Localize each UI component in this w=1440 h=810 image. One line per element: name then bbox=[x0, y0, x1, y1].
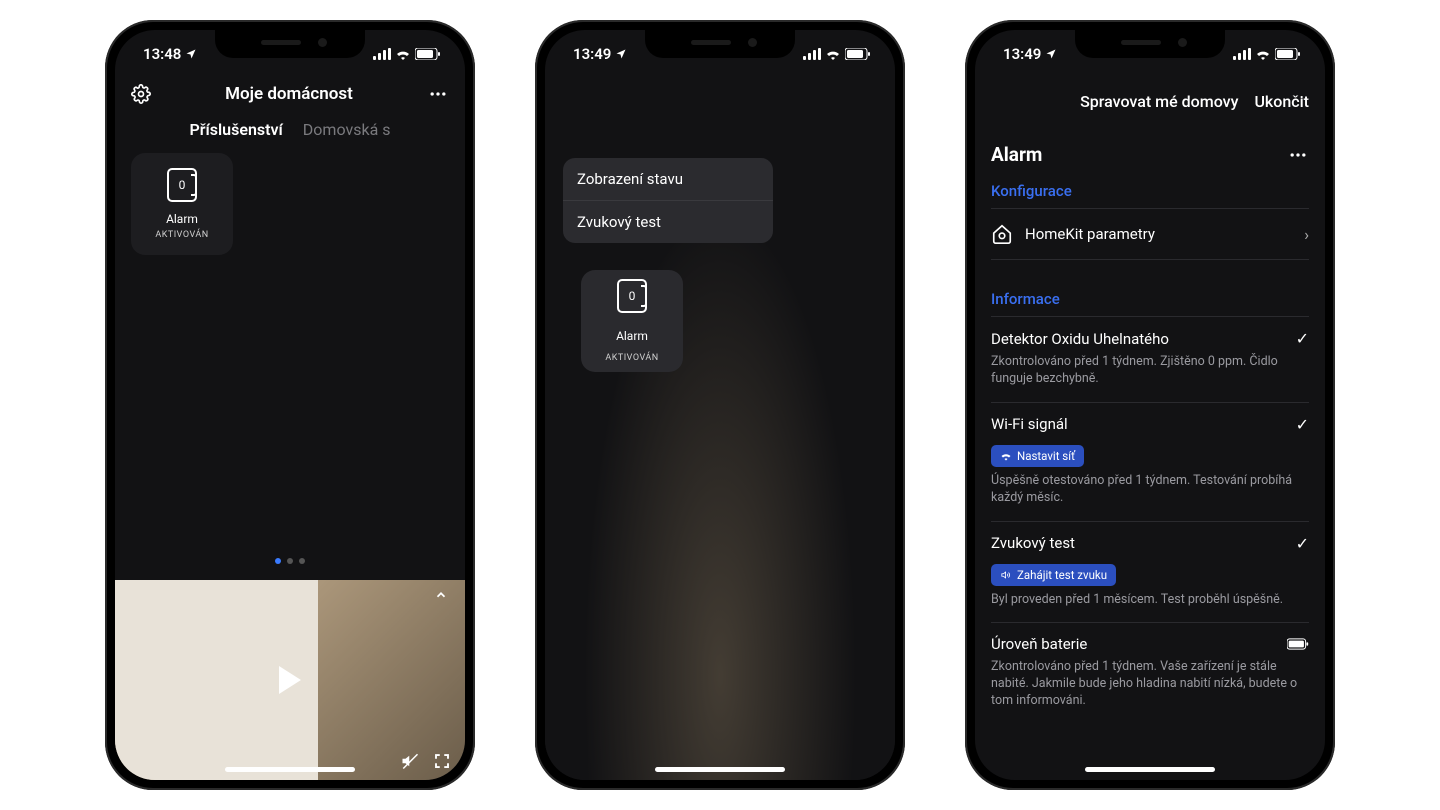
page-title: Moje domácnost bbox=[225, 84, 353, 104]
info-co: Detektor Oxidu Uhelnatého ✓ Zkontrolován… bbox=[991, 316, 1309, 403]
status-time: 13:49 bbox=[1003, 45, 1041, 63]
phone-frame-1: 13:48 Moje domácnost Příslušenství Domov… bbox=[105, 20, 475, 790]
chip-setup-network[interactable]: Nastavit síť bbox=[991, 445, 1084, 467]
home-indicator[interactable] bbox=[655, 767, 785, 772]
chip-start-sound-test[interactable]: Zahájit test zvuku bbox=[991, 564, 1116, 586]
battery-icon bbox=[845, 48, 871, 60]
settings-content: Alarm Konfigurace HomeKit parametry › In… bbox=[975, 121, 1325, 724]
tabs: Příslušenství Domovská s bbox=[115, 114, 465, 153]
info-wifi-desc: Úspěšně otestováno před 1 týdnem. Testov… bbox=[991, 473, 1309, 507]
home-indicator[interactable] bbox=[225, 767, 355, 772]
nav-done[interactable]: Ukončit bbox=[1254, 92, 1309, 111]
wifi-icon bbox=[395, 48, 411, 60]
battery-icon bbox=[1275, 48, 1301, 60]
info-battery-desc: Zkontrolováno před 1 týdnem. Vaše zaříze… bbox=[991, 659, 1309, 710]
header: Spravovat mé domovy Ukončit bbox=[975, 78, 1325, 121]
battery-full-icon bbox=[1287, 638, 1309, 650]
notch bbox=[1075, 30, 1225, 58]
check-icon: ✓ bbox=[1296, 329, 1309, 348]
home-icon bbox=[991, 223, 1013, 245]
nav-manage-homes[interactable]: Spravovat mé domovy bbox=[1080, 92, 1238, 111]
chip-setup-network-label: Nastavit síť bbox=[1017, 449, 1075, 463]
location-icon bbox=[185, 48, 197, 60]
info-co-title: Detektor Oxidu Uhelnatého bbox=[991, 330, 1169, 348]
row-homekit[interactable]: HomeKit parametry › bbox=[991, 208, 1309, 260]
info-sound-title: Zvukový test bbox=[991, 534, 1075, 552]
tile-status: AKTIVOVÁN bbox=[605, 353, 658, 363]
notch bbox=[215, 30, 365, 58]
header: Moje domácnost bbox=[115, 78, 465, 114]
info-battery-title: Úroveň baterie bbox=[991, 635, 1087, 653]
phone-frame-2: 13:49 0 Alarm AKTIVOVÁN Zobrazení stavu … bbox=[535, 20, 905, 790]
phone-frame-3: 13:49 Spravovat mé domovy Ukončit Alarm … bbox=[965, 20, 1335, 790]
info-sound-desc: Byl proveden před 1 měsícem. Test proběh… bbox=[991, 592, 1309, 609]
dot-1[interactable] bbox=[275, 558, 281, 564]
alarm-tile[interactable]: 0 Alarm AKTIVOVÁN bbox=[581, 270, 683, 372]
page-title: Alarm bbox=[991, 143, 1042, 166]
signal-icon bbox=[803, 48, 821, 60]
wifi-small-icon bbox=[1000, 451, 1012, 461]
sound-icon bbox=[1000, 570, 1012, 580]
more-icon[interactable] bbox=[427, 84, 449, 104]
location-icon bbox=[615, 48, 627, 60]
tab-home[interactable]: Domovská s bbox=[303, 120, 391, 139]
screen-1: 13:48 Moje domácnost Příslušenství Domov… bbox=[115, 30, 465, 780]
alarm-icon: 0 bbox=[167, 168, 197, 202]
notch bbox=[645, 30, 795, 58]
gear-icon[interactable] bbox=[131, 84, 151, 104]
alarm-icon: 0 bbox=[617, 279, 647, 313]
check-icon: ✓ bbox=[1296, 415, 1309, 434]
section-config-label: Konfigurace bbox=[991, 172, 1309, 208]
tile-status: AKTIVOVÁN bbox=[155, 230, 208, 240]
dot-3[interactable] bbox=[299, 558, 305, 564]
tile-label: Alarm bbox=[166, 212, 198, 226]
screen-3: 13:49 Spravovat mé domovy Ukončit Alarm … bbox=[975, 30, 1325, 780]
play-icon[interactable] bbox=[279, 666, 301, 694]
context-popup: 0 Alarm AKTIVOVÁN Zobrazení stavu Zvukov… bbox=[563, 150, 773, 243]
row-homekit-label: HomeKit parametry bbox=[1025, 225, 1155, 243]
fullscreen-icon[interactable] bbox=[433, 752, 451, 770]
info-co-desc: Zkontrolováno před 1 týdnem. Zjištěno 0 … bbox=[991, 354, 1309, 388]
dot-2[interactable] bbox=[287, 558, 293, 564]
chevron-up-icon[interactable] bbox=[431, 588, 451, 602]
alarm-tile[interactable]: 0 Alarm AKTIVOVÁN bbox=[131, 153, 233, 255]
more-icon[interactable] bbox=[1287, 145, 1309, 165]
location-icon bbox=[1045, 48, 1057, 60]
signal-icon bbox=[1233, 48, 1251, 60]
battery-icon bbox=[415, 48, 441, 60]
camera-preview[interactable] bbox=[115, 580, 465, 780]
page-dots bbox=[115, 558, 465, 564]
info-wifi-title: Wi-Fi signál bbox=[991, 415, 1068, 433]
home-indicator[interactable] bbox=[1085, 767, 1215, 772]
signal-icon bbox=[373, 48, 391, 60]
menu-item-sound-test[interactable]: Zvukový test bbox=[563, 201, 773, 243]
info-sound: Zvukový test ✓ Zahájit test zvuku Byl pr… bbox=[991, 522, 1309, 624]
info-wifi: Wi-Fi signál ✓ Nastavit síť Úspěšně otes… bbox=[991, 403, 1309, 522]
chip-start-sound-test-label: Zahájit test zvuku bbox=[1017, 568, 1107, 582]
screen-2: 13:49 0 Alarm AKTIVOVÁN Zobrazení stavu … bbox=[545, 30, 895, 780]
info-battery: Úroveň baterie Zkontrolováno před 1 týdn… bbox=[991, 623, 1309, 724]
check-icon: ✓ bbox=[1296, 534, 1309, 553]
mute-icon[interactable] bbox=[401, 752, 419, 770]
status-time: 13:48 bbox=[143, 45, 181, 63]
chevron-right-icon: › bbox=[1304, 225, 1309, 244]
status-time: 13:49 bbox=[573, 45, 611, 63]
tab-accessories[interactable]: Příslušenství bbox=[190, 120, 283, 139]
wifi-icon bbox=[825, 48, 841, 60]
section-info-label: Informace bbox=[991, 280, 1309, 316]
context-menu: Zobrazení stavu Zvukový test bbox=[563, 158, 773, 243]
menu-item-status[interactable]: Zobrazení stavu bbox=[563, 158, 773, 201]
wifi-icon bbox=[1255, 48, 1271, 60]
tile-label: Alarm bbox=[616, 329, 648, 343]
